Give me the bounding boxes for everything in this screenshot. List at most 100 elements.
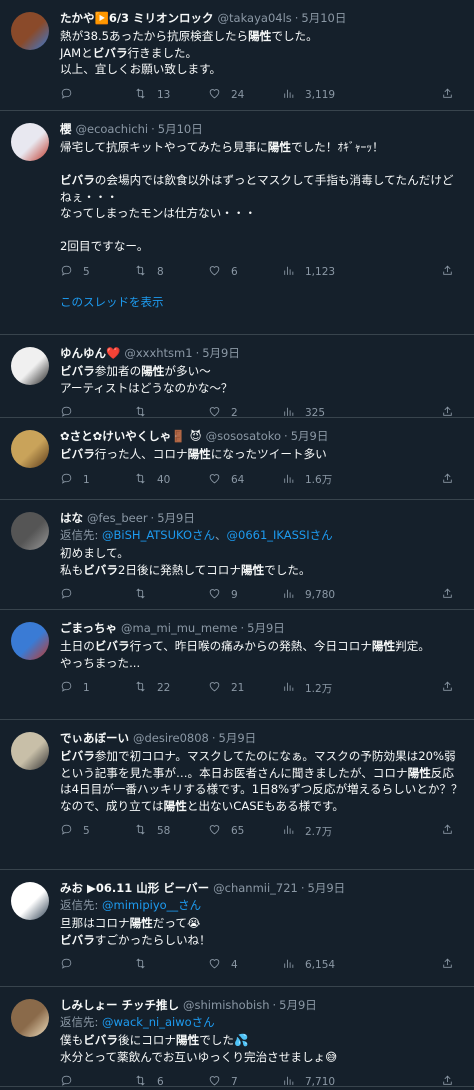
reply-icon: [60, 264, 83, 280]
display-name[interactable]: はな: [60, 510, 83, 526]
retweet-button[interactable]: 6: [134, 1074, 208, 1090]
share-button[interactable]: [441, 823, 464, 839]
display-name[interactable]: ✿さと✿けいやくしゃ🚪 😈: [60, 428, 202, 444]
display-name[interactable]: みお ▶06.11 山形 ビーバー: [60, 880, 209, 896]
display-name[interactable]: しみしょー チッチ推し: [60, 997, 179, 1013]
views-button[interactable]: 1,123: [282, 264, 356, 280]
views-button[interactable]: 9,780: [282, 587, 356, 603]
display-name[interactable]: ごまっちゃ: [60, 620, 117, 636]
avatar[interactable]: [11, 512, 49, 550]
share-button[interactable]: [441, 587, 464, 603]
tweet[interactable]: 櫻 @ecoachichi · 5月10日 帰宅して抗原キットやってみたら見事に陽性でし…: [0, 111, 474, 335]
tweet-date[interactable]: 5月9日: [308, 880, 346, 896]
retweet-button[interactable]: 8: [134, 264, 208, 280]
reply-button[interactable]: [60, 87, 134, 103]
display-name[interactable]: ゆんゆん❤️: [60, 345, 120, 361]
retweet-button[interactable]: [134, 587, 208, 603]
share-button[interactable]: [441, 264, 464, 280]
like-button[interactable]: 24: [208, 87, 282, 103]
like-button[interactable]: 9: [208, 587, 282, 603]
tweet[interactable]: ごまっちゃ @ma_mi_mu_meme · 5月9日 土日のビバラ行って、昨日喉の痛み…: [0, 610, 474, 720]
tweet-date[interactable]: 5月9日: [247, 620, 285, 636]
tweet[interactable]: ゆんゆん❤️ @xxxhtsm1 · 5月9日 ビバラ参加者の陽性が多い〜 アーティスト…: [0, 335, 474, 419]
like-button[interactable]: 21: [208, 680, 282, 696]
views-button[interactable]: 1.2万: [282, 680, 356, 696]
reply-button[interactable]: 5: [60, 823, 134, 839]
user-handle[interactable]: @xxxhtsm1: [124, 345, 192, 361]
views-icon: [282, 587, 305, 603]
user-handle[interactable]: @desire0808: [133, 730, 209, 746]
reply-button[interactable]: [60, 1074, 134, 1090]
share-button[interactable]: [441, 87, 464, 103]
tweet-date[interactable]: 5月10日: [301, 10, 346, 26]
tweet[interactable]: みお ▶06.11 山形 ビーバー @chanmii_721 · 5月9日 返信先: @…: [0, 870, 474, 987]
avatar[interactable]: [11, 622, 49, 660]
avatar[interactable]: [11, 123, 49, 161]
user-handle[interactable]: @shimishobish: [183, 997, 269, 1013]
user-handle[interactable]: @fes_beer: [87, 510, 148, 526]
tweet-header: はな @fes_beer · 5月9日: [60, 510, 464, 526]
user-handle[interactable]: @sososatoko: [206, 428, 281, 444]
tweet-date[interactable]: 5月9日: [279, 997, 317, 1013]
views-button[interactable]: 7,710: [282, 1074, 356, 1090]
like-button[interactable]: 7: [208, 1074, 282, 1090]
retweet-button[interactable]: 58: [134, 823, 208, 839]
tweet-date[interactable]: 5月9日: [157, 510, 195, 526]
timeline: たかや▶️6/3 ミリオンロック @takaya04ls · 5月10日 熱が38.5あ…: [0, 0, 474, 1090]
tweet[interactable]: たかや▶️6/3 ミリオンロック @takaya04ls · 5月10日 熱が38.5あ…: [0, 0, 474, 111]
avatar[interactable]: [11, 882, 49, 920]
tweet-date[interactable]: 5月10日: [158, 121, 203, 137]
reply-button[interactable]: [60, 957, 134, 973]
show-thread-link[interactable]: このスレッドを表示: [60, 294, 464, 310]
reply-button[interactable]: 1: [60, 472, 134, 488]
retweet-button[interactable]: [134, 957, 208, 973]
avatar[interactable]: [11, 12, 49, 50]
like-button[interactable]: 65: [208, 823, 282, 839]
user-handle[interactable]: @takaya04ls: [218, 10, 292, 26]
display-name[interactable]: たかや▶️6/3 ミリオンロック: [60, 10, 214, 26]
reply-mention-link[interactable]: @BiSH_ATSUKOさん: [102, 528, 215, 542]
tweet-header: みお ▶06.11 山形 ビーバー @chanmii_721 · 5月9日: [60, 880, 464, 896]
avatar[interactable]: [11, 999, 49, 1037]
retweet-icon: [134, 957, 157, 973]
like-button[interactable]: 6: [208, 264, 282, 280]
tweet-date[interactable]: 5月9日: [291, 428, 329, 444]
tweet-date[interactable]: 5月9日: [219, 730, 257, 746]
share-button[interactable]: [441, 472, 464, 488]
reply-mention-link[interactable]: @0661_IKASSIさん: [227, 528, 333, 542]
retweet-button[interactable]: 13: [134, 87, 208, 103]
reply-button[interactable]: 1: [60, 680, 134, 696]
tweet[interactable]: しみしょー チッチ推し @shimishobish · 5月9日 返信先: @wack_…: [0, 987, 474, 1090]
retweet-button[interactable]: 40: [134, 472, 208, 488]
views-button[interactable]: 3,119: [282, 87, 356, 103]
avatar[interactable]: [11, 347, 49, 385]
user-handle[interactable]: @ma_mi_mu_meme: [121, 620, 237, 636]
display-name[interactable]: でぃあぼーい: [60, 730, 129, 746]
like-icon: [208, 264, 231, 280]
views-button[interactable]: 6,154: [282, 957, 356, 973]
reply-button[interactable]: [60, 587, 134, 603]
reply-mention-link[interactable]: @wack_ni_aiwoさん: [102, 1015, 215, 1029]
views-button[interactable]: 1.6万: [282, 472, 356, 488]
share-button[interactable]: [441, 957, 464, 973]
avatar[interactable]: [11, 732, 49, 770]
reply-button[interactable]: 5: [60, 264, 134, 280]
tweet-actions: 4 6,154: [60, 957, 464, 973]
retweet-button[interactable]: 22: [134, 680, 208, 696]
like-button[interactable]: 64: [208, 472, 282, 488]
tweet[interactable]: でぃあぼーい @desire0808 · 5月9日 ビバラ参加で初コロナ。マスクしてたの…: [0, 720, 474, 870]
avatar[interactable]: [11, 430, 49, 468]
tweet-date[interactable]: 5月9日: [202, 345, 240, 361]
views-count: 9,780: [305, 589, 336, 601]
reply-mention-link[interactable]: @mimipiyo__さん: [102, 898, 201, 912]
tweet[interactable]: はな @fes_beer · 5月9日 返信先: @BiSH_ATSUKOさん、@066…: [0, 500, 474, 610]
like-icon: [208, 1074, 231, 1090]
tweet[interactable]: ✿さと✿けいやくしゃ🚪 😈 @sososatoko · 5月9日 ビバラ行った人、コロナ…: [0, 418, 474, 500]
share-button[interactable]: [441, 1074, 464, 1090]
share-button[interactable]: [441, 680, 464, 696]
display-name[interactable]: 櫻: [60, 121, 72, 137]
like-button[interactable]: 4: [208, 957, 282, 973]
user-handle[interactable]: @ecoachichi: [76, 121, 149, 137]
user-handle[interactable]: @chanmii_721: [213, 880, 298, 896]
views-button[interactable]: 2.7万: [282, 823, 356, 839]
